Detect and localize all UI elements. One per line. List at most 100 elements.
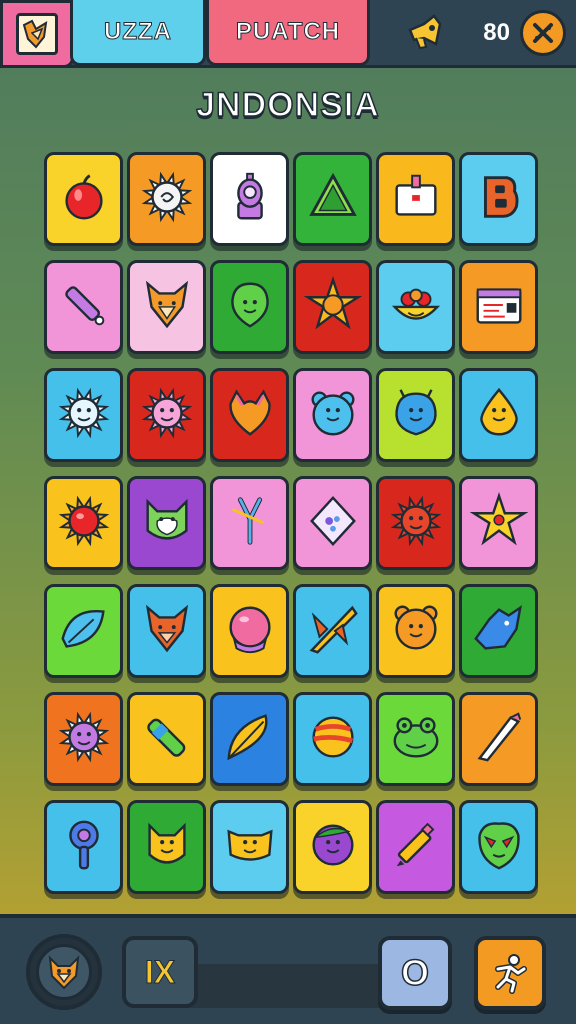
tile-r4-c6[interactable] — [459, 476, 538, 570]
tile-r3-c5[interactable] — [376, 368, 455, 462]
tile-r4-c2[interactable] — [127, 476, 206, 570]
tile-r7-c6[interactable] — [459, 800, 538, 894]
fox-avatar-icon — [16, 13, 58, 55]
tile-r5-c4[interactable] — [293, 584, 372, 678]
profile-tab[interactable] — [0, 0, 74, 68]
purple-spiky-icon — [55, 708, 113, 771]
tile-r1-c1[interactable] — [44, 152, 123, 246]
megaphone-icon[interactable] — [405, 13, 453, 53]
blue-blob-icon — [387, 384, 445, 447]
tile-r2-c2[interactable] — [127, 260, 206, 354]
tile-r5-c2[interactable] — [127, 584, 206, 678]
tile-r2-c6[interactable] — [459, 260, 538, 354]
tile-r3-c1[interactable] — [44, 368, 123, 462]
tile-r4-c4[interactable] — [293, 476, 372, 570]
tile-r6-c1[interactable] — [44, 692, 123, 786]
green-frog-icon — [387, 708, 445, 771]
blue-key-icon — [55, 816, 113, 879]
tile-r6-c5[interactable] — [376, 692, 455, 786]
board-title: JNDONSIA — [195, 85, 380, 125]
green-triangle-icon — [304, 168, 362, 231]
yellow-feather-icon — [221, 708, 279, 771]
tile-r2-c4[interactable] — [293, 260, 372, 354]
blue-leaf-icon — [55, 600, 113, 663]
yellow-cat-face-icon — [221, 816, 279, 879]
pink-ball-icon — [221, 600, 279, 663]
tile-r3-c6[interactable] — [459, 368, 538, 462]
tile-r2-c5[interactable] — [376, 260, 455, 354]
red-spiky-monster-icon — [387, 492, 445, 555]
sun-face-icon — [55, 384, 113, 447]
calendar-box-icon — [387, 168, 445, 231]
yellow-star-icon — [469, 491, 528, 555]
tile-r3-c4[interactable] — [293, 368, 372, 462]
tile-r5-c3[interactable] — [210, 584, 289, 678]
tile-r1-c2[interactable] — [127, 152, 206, 246]
tile-r7-c3[interactable] — [210, 800, 289, 894]
slingshot-icon — [221, 492, 279, 555]
purple-orb-icon — [304, 816, 362, 879]
close-icon — [533, 23, 553, 43]
tile-r4-c1[interactable] — [44, 476, 123, 570]
running-figure-icon — [495, 954, 527, 994]
green-alien-icon — [221, 276, 279, 339]
tile-r7-c2[interactable] — [127, 800, 206, 894]
cupcake-icon — [387, 276, 445, 339]
tile-r6-c3[interactable] — [210, 692, 289, 786]
hud-right: 80 — [372, 0, 576, 66]
tile-r1-c4[interactable] — [293, 152, 372, 246]
letter-b-icon — [470, 168, 528, 231]
tile-r6-c2[interactable] — [127, 692, 206, 786]
green-mask-icon — [470, 816, 528, 879]
ticket-card-icon — [470, 276, 528, 339]
top-bar: UZZA PUATCH 80 — [0, 0, 576, 68]
tile-r6-c6[interactable] — [459, 692, 538, 786]
close-button[interactable] — [520, 10, 566, 56]
fox-head-icon — [36, 944, 92, 1000]
tile-r5-c1[interactable] — [44, 584, 123, 678]
yellow-pencil-icon — [387, 816, 445, 879]
blue-wolf-icon — [470, 600, 528, 663]
golden-star-emblem-icon — [303, 275, 362, 339]
fox-face-icon — [138, 276, 196, 339]
tile-r1-c3[interactable] — [210, 152, 289, 246]
power-track — [186, 964, 392, 1008]
tile-r6-c4[interactable] — [293, 692, 372, 786]
tile-r2-c3[interactable] — [210, 260, 289, 354]
green-cat-icon — [138, 492, 196, 555]
purple-robot-icon — [221, 168, 279, 231]
tab-uzza[interactable]: UZZA — [70, 0, 206, 66]
blue-bear-icon — [304, 384, 362, 447]
yellow-cat-icon — [138, 816, 196, 879]
tile-r7-c5[interactable] — [376, 800, 455, 894]
run-button[interactable] — [474, 936, 546, 1010]
tile-r7-c1[interactable] — [44, 800, 123, 894]
tile-r1-c5[interactable] — [376, 152, 455, 246]
tile-r3-c3[interactable] — [210, 368, 289, 462]
tab-puatch[interactable]: PUATCH — [206, 0, 370, 66]
yellow-drop-icon — [470, 384, 528, 447]
knife-icon — [470, 708, 528, 771]
tile-r5-c6[interactable] — [459, 584, 538, 678]
o-button[interactable]: O — [378, 936, 452, 1010]
diamond-sign-icon — [304, 492, 362, 555]
striped-ball-icon — [304, 708, 362, 771]
player-avatar-button[interactable] — [26, 934, 102, 1010]
tile-grid — [44, 152, 542, 894]
tile-r4-c5[interactable] — [376, 476, 455, 570]
pencil-icon — [55, 276, 113, 339]
orange-bear-icon — [387, 600, 445, 663]
orange-heart-icon — [221, 384, 279, 447]
tile-r5-c5[interactable] — [376, 584, 455, 678]
apple-icon — [55, 168, 113, 231]
tile-r3-c2[interactable] — [127, 368, 206, 462]
tile-r1-c6[interactable] — [459, 152, 538, 246]
tile-r2-c1[interactable] — [44, 260, 123, 354]
tile-r4-c3[interactable] — [210, 476, 289, 570]
coin-count: 80 — [483, 19, 510, 46]
spiky-sun-icon — [138, 168, 196, 231]
multiplier-button[interactable]: IX — [122, 936, 198, 1008]
pink-sun-icon — [138, 384, 196, 447]
tile-r7-c4[interactable] — [293, 800, 372, 894]
orange-fox-icon — [138, 600, 196, 663]
